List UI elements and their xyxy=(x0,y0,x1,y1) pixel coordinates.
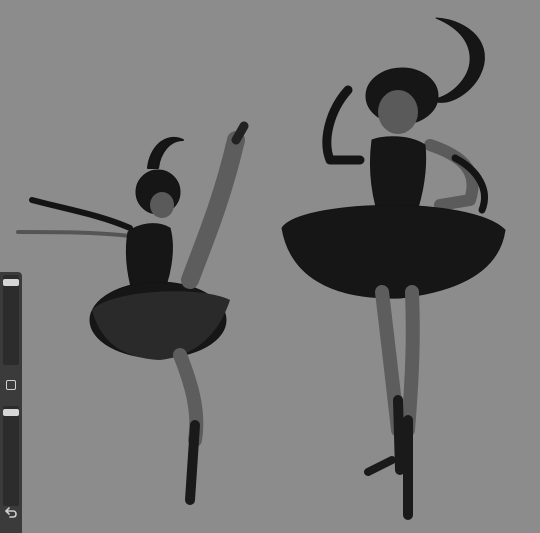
ballerina-arabesque xyxy=(16,121,249,505)
ballerina-standing xyxy=(281,17,506,520)
undo-button[interactable] xyxy=(3,504,19,520)
brush-opacity-slider[interactable] xyxy=(3,406,19,506)
square-icon xyxy=(6,380,16,390)
drawing-canvas[interactable] xyxy=(0,0,540,533)
brush-opacity-thumb[interactable] xyxy=(3,408,19,416)
brush-size-slider[interactable] xyxy=(3,275,19,365)
sidebar-toolbar xyxy=(0,272,22,533)
brush-size-thumb[interactable] xyxy=(3,279,19,287)
modify-button[interactable] xyxy=(3,377,19,393)
undo-icon xyxy=(5,507,17,518)
artwork xyxy=(16,17,506,520)
